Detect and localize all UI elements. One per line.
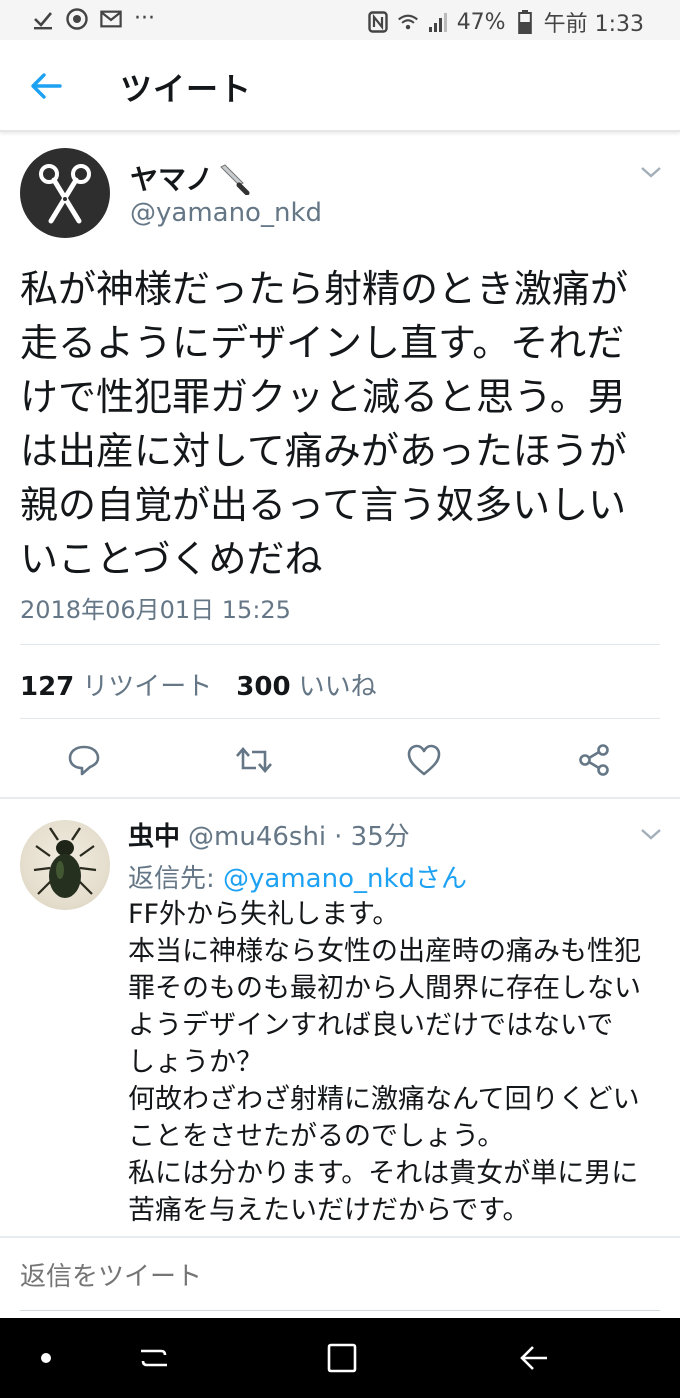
retweet-label[interactable]: リツイート <box>82 666 212 703</box>
more-dots-icon: ··· <box>134 6 155 31</box>
section-separator <box>0 797 680 799</box>
chevron-down-icon[interactable] <box>640 826 662 842</box>
nav-dot-icon[interactable] <box>26 1338 66 1378</box>
reply-to: 返信先: @yamano_nkdさん <box>128 858 467 895</box>
reply-icon[interactable] <box>62 738 106 782</box>
author-name[interactable]: ヤマノ <box>130 158 251 198</box>
knife-icon <box>220 164 250 195</box>
system-nav-bar <box>0 1318 680 1398</box>
beetle-icon <box>33 827 97 898</box>
author-name-text: ヤマノ <box>130 163 214 196</box>
compose-underline <box>20 1310 660 1311</box>
app-header: ツイート <box>0 40 680 132</box>
nfc-icon <box>367 10 389 34</box>
status-left-icons: ··· <box>32 6 155 31</box>
reply-text: FF外から失礼します。 本当に神様なら女性の出産時の痛みも性犯 罪そのものも最初… <box>128 899 641 1226</box>
chevron-down-icon[interactable] <box>640 164 662 180</box>
avatar[interactable] <box>20 148 110 238</box>
status-bar: ··· 47% 午前 1:33 <box>0 0 680 40</box>
page-title: ツイート <box>120 70 253 108</box>
reply-age: · 35分 <box>334 822 410 852</box>
reply-to-mention[interactable]: @yamano_nkdさん <box>223 864 467 894</box>
tweet-timestamp: 2018年06月01日 15:25 <box>20 596 291 624</box>
reply-compose-bar <box>0 1236 680 1312</box>
tweet-text: 私が神様だったら射精のとき激痛が 走るようにデザインし直す。それだ けで性犯罪ガ… <box>20 267 629 581</box>
retweet-count[interactable]: 127 <box>20 672 74 702</box>
reply-input[interactable] <box>20 1262 660 1292</box>
reply-avatar[interactable] <box>20 820 110 910</box>
back-icon[interactable] <box>514 1338 554 1378</box>
chrome-icon <box>66 7 88 31</box>
status-right-icons: 47% 午前 1:33 <box>367 6 644 38</box>
wifi-icon <box>397 10 419 34</box>
like-count[interactable]: 300 <box>236 672 290 702</box>
back-arrow-icon[interactable] <box>26 66 66 106</box>
recent-apps-icon[interactable] <box>134 1338 174 1378</box>
retweet-icon[interactable] <box>232 738 276 782</box>
tweet-actions <box>0 738 680 782</box>
battery-percent: 47% <box>456 9 506 35</box>
reply-author-handle[interactable]: @mu46shi <box>188 822 326 852</box>
divider <box>20 718 660 719</box>
like-label[interactable]: いいね <box>299 666 377 703</box>
reply-to-prefix: 返信先: <box>128 864 224 894</box>
divider <box>20 644 660 645</box>
home-icon[interactable] <box>322 1338 362 1378</box>
signal-icon <box>427 10 449 34</box>
battery-icon <box>514 10 536 34</box>
author-handle[interactable]: @yamano_nkd <box>130 198 322 228</box>
share-icon[interactable] <box>572 738 616 782</box>
like-heart-icon[interactable] <box>402 738 446 782</box>
reply-author-name[interactable]: 虫中 <box>128 816 180 853</box>
download-check-icon <box>32 7 54 31</box>
tweet-stats: 127 リツイート 300 いいね <box>20 666 393 703</box>
clock: 午前 1:33 <box>543 12 644 37</box>
gmail-icon <box>100 7 122 31</box>
scissors-icon <box>39 164 91 224</box>
reply-header: 虫中 @mu46shi · 35分 <box>128 816 410 853</box>
